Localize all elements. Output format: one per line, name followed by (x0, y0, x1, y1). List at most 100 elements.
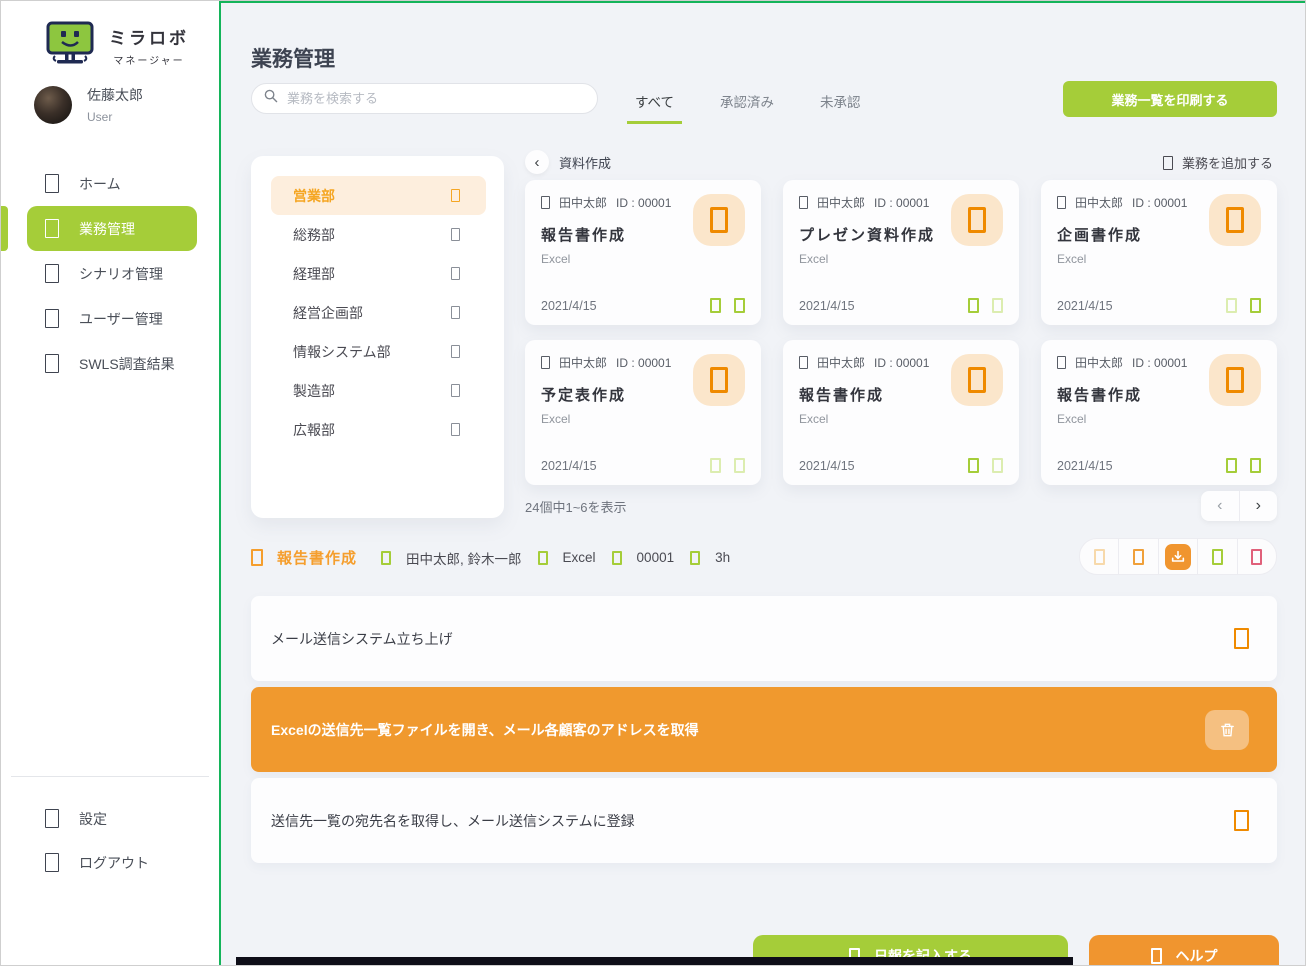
user-profile[interactable]: 佐藤太郎 User (34, 85, 143, 124)
step-action-icon[interactable] (1234, 810, 1249, 831)
card-tool: Excel (1057, 412, 1261, 426)
scenario-icon (45, 264, 59, 283)
sidebar-item-home[interactable]: ホーム (1, 161, 219, 206)
step-row-selected[interactable]: Excelの送信先一覧ファイルを開き、メール各顧客のアドレスを取得 (251, 687, 1277, 772)
help-button[interactable]: ヘルプ (1089, 935, 1279, 966)
task-card[interactable]: 田中太郎 ID : 00001 予定表作成 Excel 2021/4/15 (525, 340, 761, 485)
brand-subtitle: マネージャー (109, 52, 189, 67)
sidebar-item-label: シナリオ管理 (79, 264, 163, 284)
sidebar-item-settings[interactable]: 設定 (1, 796, 219, 841)
card-date: 2021/4/15 (541, 459, 597, 473)
department-label: 経理部 (293, 264, 335, 284)
document-icon (968, 207, 986, 233)
toolbar-action-2[interactable] (1119, 539, 1158, 574)
card-id: ID : 00001 (616, 356, 671, 370)
task-detail-row: 報告書作成 田中太郎, 鈴木一郎 Excel 00001 3h (251, 547, 730, 568)
task-icon (251, 549, 263, 566)
card-owner: 田中太郎 (817, 194, 865, 211)
search-box[interactable] (251, 83, 598, 114)
print-task-list-button[interactable]: 業務一覧を印刷する (1063, 81, 1277, 117)
settings-icon (45, 809, 59, 828)
sidebar-divider (11, 776, 209, 777)
task-card[interactable]: 田中太郎 ID : 00001 企画書作成 Excel 2021/4/15 (1041, 180, 1277, 325)
tab-all[interactable]: すべて (627, 89, 682, 124)
survey-icon (45, 354, 59, 373)
sidebar-item-label: 設定 (79, 809, 107, 829)
task-card[interactable]: 田中太郎 ID : 00001 報告書作成 Excel 2021/4/15 (783, 340, 1019, 485)
toolbar-action-1[interactable] (1080, 539, 1119, 574)
step-text: メール送信システム立ち上げ (271, 629, 453, 649)
search-input[interactable] (287, 91, 585, 106)
robot-logo-icon (45, 21, 97, 70)
task-card[interactable]: 田中太郎 ID : 00001 報告書作成 Excel 2021/4/15 (1041, 340, 1277, 485)
chevron-right-icon (451, 189, 460, 202)
card-id: ID : 00001 (874, 356, 929, 370)
document-icon (710, 367, 728, 393)
person-icon (541, 196, 550, 209)
department-item-manufacturing[interactable]: 製造部 (271, 371, 486, 410)
task-card[interactable]: 田中太郎 ID : 00001 報告書作成 Excel 2021/4/15 (525, 180, 761, 325)
department-item-sales[interactable]: 営業部 (271, 176, 486, 215)
sidebar-item-user-management[interactable]: ユーザー管理 (1, 296, 219, 341)
help-label: ヘルプ (1176, 946, 1218, 966)
status-icon (710, 298, 721, 313)
department-panel: 営業部 総務部 経理部 経営企画部 情報システム部 製造部 (251, 156, 504, 518)
card-owner: 田中太郎 (1075, 354, 1123, 371)
sidebar-item-swls-results[interactable]: SWLS調査結果 (1, 341, 219, 386)
avatar (34, 86, 72, 124)
toolbar-action-5[interactable] (1238, 539, 1276, 574)
task-management-icon (45, 219, 59, 238)
department-label: 情報システム部 (293, 342, 391, 362)
back-button[interactable]: ‹ (525, 150, 549, 174)
person-icon (799, 356, 808, 369)
card-id: ID : 00001 (1132, 356, 1187, 370)
next-page-button[interactable]: › (1240, 491, 1278, 521)
status-icon (968, 458, 979, 473)
toolbar-action-4[interactable] (1198, 539, 1237, 574)
home-icon (45, 174, 59, 193)
department-item-information-systems[interactable]: 情報システム部 (271, 332, 486, 371)
department-label: 広報部 (293, 420, 335, 440)
search-icon (264, 89, 278, 108)
department-label: 総務部 (293, 225, 335, 245)
sidebar: ミラロボ マネージャー 佐藤太郎 User ホーム 業務管理 シナリオ管理 (1, 1, 219, 966)
person-icon (799, 196, 808, 209)
tool-icon (538, 551, 548, 565)
status-icon (992, 458, 1003, 473)
add-task-button[interactable]: 業務を追加する (1163, 153, 1273, 172)
sidebar-item-label: ログアウト (79, 853, 149, 873)
sidebar-item-scenario-management[interactable]: シナリオ管理 (1, 251, 219, 296)
step-row[interactable]: メール送信システム立ち上げ (251, 596, 1277, 681)
page-title: 業務管理 (251, 43, 335, 73)
action-icon (1212, 549, 1223, 565)
department-label: 経営企画部 (293, 303, 363, 323)
step-action-icon[interactable] (1234, 628, 1249, 649)
toolbar-download-button[interactable] (1159, 539, 1198, 574)
task-type-icon (693, 194, 745, 246)
step-row[interactable]: 送信先一覧の宛先名を取得し、メール送信システムに登録 (251, 778, 1277, 863)
detail-tool: Excel (563, 550, 596, 565)
tab-approved[interactable]: 承認済み (712, 89, 782, 124)
card-tool: Excel (541, 412, 745, 426)
department-item-general-affairs[interactable]: 総務部 (271, 215, 486, 254)
sidebar-item-label: SWLS調査結果 (79, 354, 175, 374)
department-item-public-relations[interactable]: 広報部 (271, 410, 486, 449)
status-icon (992, 298, 1003, 313)
card-date: 2021/4/15 (799, 299, 855, 313)
department-item-corporate-planning[interactable]: 経営企画部 (271, 293, 486, 332)
department-item-accounting[interactable]: 経理部 (271, 254, 486, 293)
plus-icon (1163, 156, 1173, 170)
sidebar-item-task-management[interactable]: 業務管理 (27, 206, 197, 251)
filter-tabs: すべて 承認済み 未承認 (627, 89, 869, 124)
pagination: ‹ › (1201, 491, 1277, 521)
sidebar-item-logout[interactable]: ログアウト (1, 840, 219, 885)
brand: ミラロボ マネージャー (45, 21, 189, 70)
task-card[interactable]: 田中太郎 ID : 00001 プレゼン資料作成 Excel 2021/4/15 (783, 180, 1019, 325)
delete-step-button[interactable] (1205, 710, 1249, 750)
active-nav-accent (1, 206, 8, 251)
step-text: 送信先一覧の宛先名を取得し、メール送信システムに登録 (271, 811, 635, 831)
task-group-title: 資料作成 (559, 153, 611, 172)
tab-unapproved[interactable]: 未承認 (812, 89, 869, 124)
prev-page-button[interactable]: ‹ (1201, 491, 1240, 521)
members-icon (381, 551, 391, 565)
